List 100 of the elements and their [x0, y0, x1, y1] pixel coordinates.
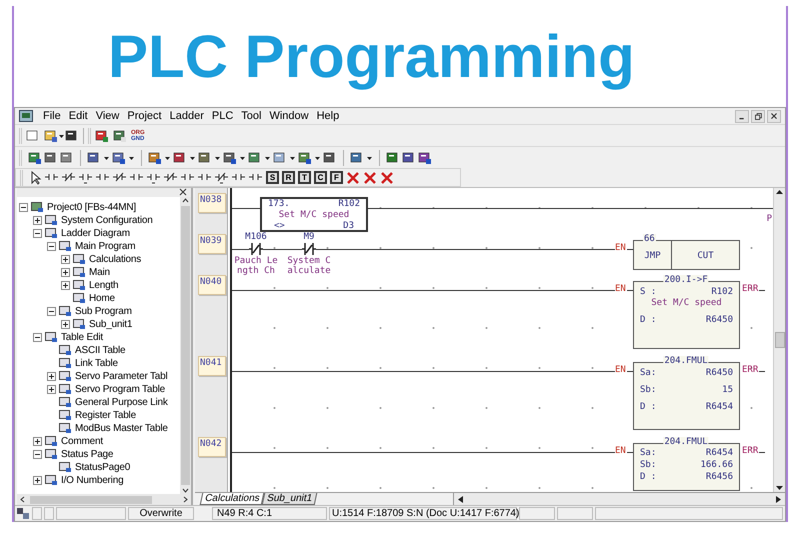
- scroll-up-icon[interactable]: [182, 197, 189, 204]
- tool-icon[interactable]: [113, 128, 127, 142]
- jump-block[interactable]: JMP CUT: [633, 240, 740, 270]
- scroll-right-icon[interactable]: [775, 494, 782, 504]
- expand-toggle[interactable]: [33, 216, 42, 225]
- tree-item[interactable]: Calculations: [89, 253, 142, 266]
- contact-icon[interactable]: [215, 170, 229, 184]
- expand-toggle[interactable]: [47, 372, 56, 381]
- tool-icon[interactable]: [323, 150, 337, 164]
- menu-item[interactable]: View: [92, 109, 124, 123]
- instruction-button[interactable]: F: [330, 171, 343, 184]
- tree-item[interactable]: General Purpose Link: [75, 396, 168, 409]
- tool-icon[interactable]: [112, 150, 126, 164]
- vertical-scrollbar[interactable]: [773, 188, 785, 492]
- tool-icon[interactable]: [386, 150, 400, 164]
- rung-number[interactable]: N041: [198, 356, 226, 376]
- vertical-scrollbar[interactable]: [180, 197, 191, 494]
- tool-icon[interactable]: [402, 150, 416, 164]
- instruction-button[interactable]: C: [314, 171, 327, 184]
- expand-toggle[interactable]: [33, 476, 42, 485]
- expand-toggle[interactable]: [47, 242, 56, 251]
- tree-item[interactable]: System Configuration: [61, 214, 153, 227]
- tool-icon[interactable]: [350, 150, 364, 164]
- instruction-button[interactable]: R: [282, 171, 295, 184]
- tree-item[interactable]: Length: [89, 279, 118, 292]
- tree-item[interactable]: Main: [89, 266, 110, 279]
- tree-item[interactable]: Home: [89, 292, 115, 305]
- expand-toggle[interactable]: [19, 203, 28, 212]
- tree-item[interactable]: Ladder Diagram: [61, 227, 130, 240]
- expand-toggle[interactable]: [33, 437, 42, 446]
- menu-item[interactable]: Window: [265, 109, 313, 123]
- menu-item[interactable]: File: [39, 109, 65, 123]
- scroll-up-icon[interactable]: [775, 188, 784, 197]
- expand-toggle[interactable]: [61, 320, 70, 329]
- tree-item[interactable]: StatusPage0: [75, 461, 130, 474]
- menu-item[interactable]: Edit: [64, 109, 92, 123]
- function-call-bracket[interactable]: 173. R102 Set M/C speed <> D3: [260, 197, 368, 232]
- sheet-tab[interactable]: Sub_unit1: [262, 493, 318, 505]
- tool-icon[interactable]: [87, 150, 101, 164]
- expand-toggle[interactable]: [33, 229, 42, 238]
- tree-item[interactable]: I/O Numbering: [61, 474, 124, 487]
- rung-number[interactable]: N040: [198, 275, 226, 295]
- tool-icon[interactable]: [173, 150, 187, 164]
- rung-number[interactable]: N039: [198, 234, 226, 254]
- tree-item[interactable]: Servo Program Table: [75, 383, 165, 396]
- tree-item[interactable]: Sub_unit1: [89, 318, 132, 331]
- function-block[interactable]: Sa: R6450 Sb: 15 D : R6454: [633, 362, 740, 430]
- sheet-tab[interactable]: Calculations: [200, 493, 265, 505]
- tree-item[interactable]: Servo Parameter Tabl: [75, 370, 168, 383]
- pointer-icon[interactable]: [30, 170, 42, 184]
- menu-item[interactable]: Tool: [237, 109, 266, 123]
- instruction-button[interactable]: T: [298, 171, 311, 184]
- rung-number[interactable]: N038: [198, 193, 226, 213]
- tool-icon[interactable]: [148, 150, 162, 164]
- tool-icon[interactable]: [44, 150, 58, 164]
- menu-item[interactable]: Help: [312, 109, 344, 123]
- menu-item[interactable]: PLC: [208, 109, 238, 123]
- scroll-down-icon[interactable]: [182, 487, 189, 494]
- tree-item[interactable]: Sub Program: [75, 305, 132, 318]
- expand-toggle[interactable]: [33, 450, 42, 459]
- horizontal-scrollbar[interactable]: [452, 493, 785, 505]
- tree-item[interactable]: Main Program: [75, 240, 136, 253]
- tree-item[interactable]: Link Table: [75, 357, 118, 370]
- scroll-right-icon[interactable]: [182, 496, 189, 503]
- restore-icon[interactable]: [751, 110, 765, 122]
- close-icon[interactable]: [179, 188, 187, 196]
- tree-item[interactable]: Table Edit: [61, 331, 103, 344]
- tool-icon[interactable]: [60, 150, 74, 164]
- delete-icon[interactable]: [346, 170, 360, 184]
- scrollbar-thumb[interactable]: [774, 332, 784, 348]
- scroll-left-icon[interactable]: [19, 496, 26, 503]
- new-file-icon[interactable]: [26, 128, 40, 142]
- expand-toggle[interactable]: [47, 385, 56, 394]
- tool-icon[interactable]: [418, 150, 432, 164]
- close-icon[interactable]: [767, 110, 781, 122]
- tree-item[interactable]: Status Page: [61, 448, 114, 461]
- save-icon[interactable]: [65, 128, 79, 142]
- function-block[interactable]: S : R102 Set M/C speed D : R6450: [633, 281, 740, 349]
- tool-icon[interactable]: [273, 150, 287, 164]
- tree-item[interactable]: Project0 [FBs-44MN]: [47, 201, 136, 214]
- function-block[interactable]: Sa: R6454 Sb: 166.66 D : R6456: [633, 443, 740, 491]
- minimize-icon[interactable]: [735, 110, 749, 122]
- expand-toggle[interactable]: [33, 333, 42, 342]
- delete-icon[interactable]: [363, 170, 377, 184]
- tree-item[interactable]: ModBus Master Table: [75, 422, 168, 435]
- app-icon[interactable]: [19, 110, 33, 122]
- menu-item[interactable]: Project: [123, 109, 166, 123]
- scroll-left-icon[interactable]: [456, 494, 464, 504]
- tool-icon[interactable]: [95, 128, 109, 142]
- tool-icon[interactable]: [198, 150, 212, 164]
- horizontal-scrollbar[interactable]: [17, 494, 191, 505]
- tree-item[interactable]: ASCII Table: [75, 344, 126, 357]
- tool-icon[interactable]: [28, 150, 42, 164]
- expand-toggle[interactable]: [47, 307, 56, 316]
- menu-item[interactable]: Ladder: [166, 109, 208, 123]
- rung-number[interactable]: N042: [198, 437, 226, 457]
- open-folder-icon[interactable]: [44, 128, 58, 142]
- tree-item[interactable]: Comment: [61, 435, 103, 448]
- tool-icon[interactable]: [248, 150, 262, 164]
- expand-toggle[interactable]: [61, 268, 70, 277]
